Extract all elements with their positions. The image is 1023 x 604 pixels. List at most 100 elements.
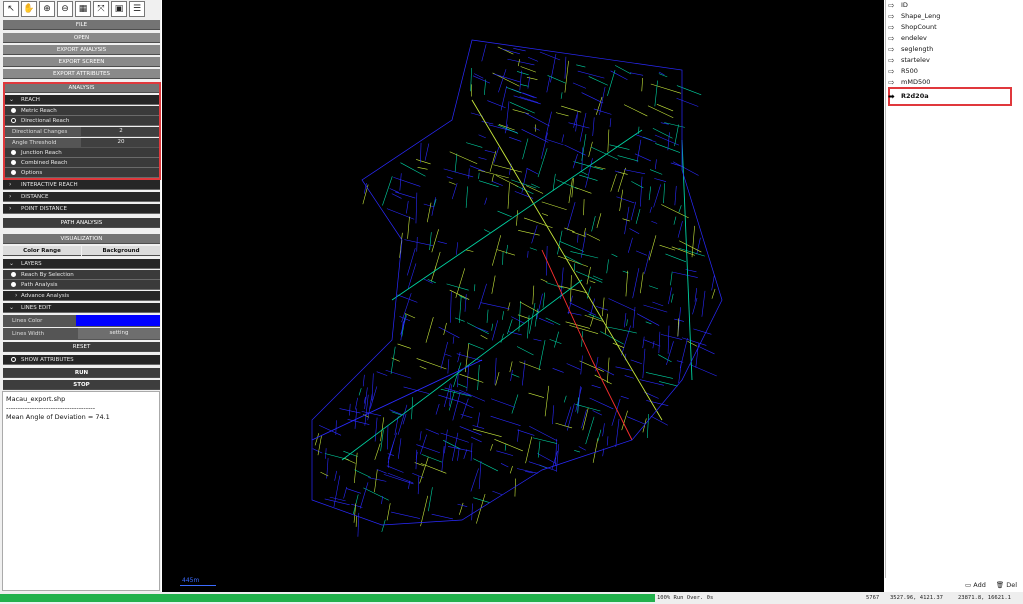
map-canvas[interactable]: 445m [162, 0, 884, 592]
street-segment [486, 309, 489, 323]
street-segment [464, 294, 467, 312]
path-analysis-button[interactable]: PATH ANALYSIS [3, 218, 160, 228]
run-button[interactable]: RUN [3, 368, 160, 378]
export-screen-button[interactable]: EXPORT SCREEN [3, 57, 160, 67]
street-segment [689, 364, 717, 377]
point-distance-section[interactable]: › POINT DISTANCE [3, 204, 160, 214]
street-segment [532, 285, 535, 305]
attribute-item[interactable]: ⇨ ID [888, 0, 908, 11]
street-segment [517, 429, 535, 436]
street-segment [354, 452, 358, 484]
zoom-out-tool-button[interactable]: ⊖ [57, 1, 73, 17]
street-segment [573, 161, 604, 171]
progress-bar [0, 594, 655, 602]
attribute-item[interactable]: ⇨ mMD500 [888, 77, 930, 88]
visualization-header[interactable]: VISUALIZATION [3, 234, 160, 244]
export-attributes-button[interactable]: EXPORT ATTRIBUTES [3, 69, 160, 79]
export-analysis-button[interactable]: EXPORT ANALYSIS [3, 45, 160, 55]
stop-button[interactable]: STOP [3, 380, 160, 390]
lines-edit-section[interactable]: ⌄ LINES EDIT [3, 303, 160, 313]
file-menu-button[interactable]: FILE [3, 20, 160, 30]
attribute-item[interactable]: ⇨ seglength [888, 44, 933, 55]
attribute-label: endelev [901, 34, 927, 42]
grid-tool-button[interactable]: ▦ [75, 1, 91, 17]
attribute-item[interactable]: ⇨ R500 [888, 66, 918, 77]
delete-attribute-button[interactable]: 🗑 Del [996, 581, 1017, 589]
street-segment [484, 79, 487, 95]
street-segment [514, 478, 516, 497]
street-segment [527, 76, 531, 89]
open-button[interactable]: OPEN [3, 33, 160, 43]
street-segment [622, 218, 630, 222]
layer-select-tool-button[interactable]: ▣ [111, 1, 127, 17]
attribute-item[interactable]: ⇨ startelev [888, 55, 930, 66]
arrow-icon: ⇨ [888, 56, 895, 65]
delete-label: Del [1006, 581, 1017, 589]
street-segment [650, 415, 668, 426]
attribute-item[interactable]: ⇨ endelev [888, 33, 927, 44]
reach-by-selection-label: Reach By Selection [21, 272, 74, 278]
street-segment [541, 201, 567, 211]
street-segment [518, 230, 540, 236]
reach-by-selection-radio[interactable]: Reach By Selection [3, 270, 160, 280]
background-button[interactable]: Background [82, 246, 160, 256]
add-attribute-button[interactable]: ▭ Add [965, 581, 986, 589]
advance-analysis-section[interactable]: › Advance Analysis [3, 291, 160, 301]
street-segment [623, 104, 648, 117]
show-attributes-radio[interactable]: SHOW ATTRIBUTES [3, 355, 160, 365]
attribute-item[interactable]: ⇨ ShopCount [888, 22, 937, 33]
selected-arrow-icon: ➡ [888, 92, 895, 101]
attribute-label: ID [901, 1, 908, 9]
street-segment [533, 127, 540, 131]
street-segment [678, 205, 682, 213]
chevron-right-icon: › [15, 292, 18, 299]
street-segment [711, 275, 715, 291]
street-segment [386, 208, 415, 220]
street-segment [564, 56, 567, 79]
zoom-in-tool-button[interactable]: ⊕ [39, 1, 55, 17]
street-segment [450, 291, 452, 323]
street-segment [692, 297, 698, 315]
list-tool-button[interactable]: ☰ [129, 1, 145, 17]
layers-section[interactable]: ⌄ LAYERS [3, 259, 160, 269]
lines-width-setting-button[interactable]: setting [78, 328, 160, 339]
street-segment [391, 129, 643, 301]
show-attributes-label: SHOW ATTRIBUTES [21, 357, 74, 363]
attribute-item[interactable]: ⇨ Shape_Leng [888, 11, 940, 22]
street-segment [335, 420, 337, 435]
street-segment [617, 155, 639, 162]
street-segment [484, 229, 491, 233]
street-segment [363, 487, 389, 501]
distance-section[interactable]: › DISTANCE [3, 192, 160, 202]
attribute-item[interactable]: ➡ R2d20a [888, 91, 929, 102]
street-segment [524, 112, 550, 127]
street-segment [349, 403, 351, 416]
street-segment [616, 196, 635, 204]
street-segment [564, 406, 572, 427]
street-segment [525, 436, 533, 464]
pan-hand-icon: ✋ [23, 4, 35, 14]
street-segment [382, 176, 393, 206]
street-segment [574, 187, 592, 194]
fit-extent-tool-button[interactable]: ⤧ [93, 1, 109, 17]
street-segment [429, 232, 432, 251]
lines-color-swatch[interactable] [76, 315, 160, 326]
street-segment [407, 216, 410, 239]
select-arrow-tool-button[interactable]: ↖ [3, 1, 19, 17]
street-segment [421, 454, 443, 463]
street-segment [465, 186, 468, 208]
path-analysis-radio[interactable]: Path Analysis [3, 280, 160, 290]
color-range-button[interactable]: Color Range [3, 246, 81, 256]
interactive-reach-section[interactable]: › INTERACTIVE REACH [3, 180, 160, 190]
street-segment [620, 395, 629, 400]
street-segment [560, 92, 563, 99]
street-segment [635, 208, 641, 224]
zoom-out-icon: ⊖ [61, 4, 69, 14]
street-segment [472, 428, 502, 437]
street-segment [507, 183, 510, 209]
pan-hand-tool-button[interactable]: ✋ [21, 1, 37, 17]
street-segment [478, 460, 482, 490]
street-segment [519, 70, 522, 91]
street-segment [597, 429, 602, 442]
reset-button[interactable]: RESET [3, 342, 160, 352]
